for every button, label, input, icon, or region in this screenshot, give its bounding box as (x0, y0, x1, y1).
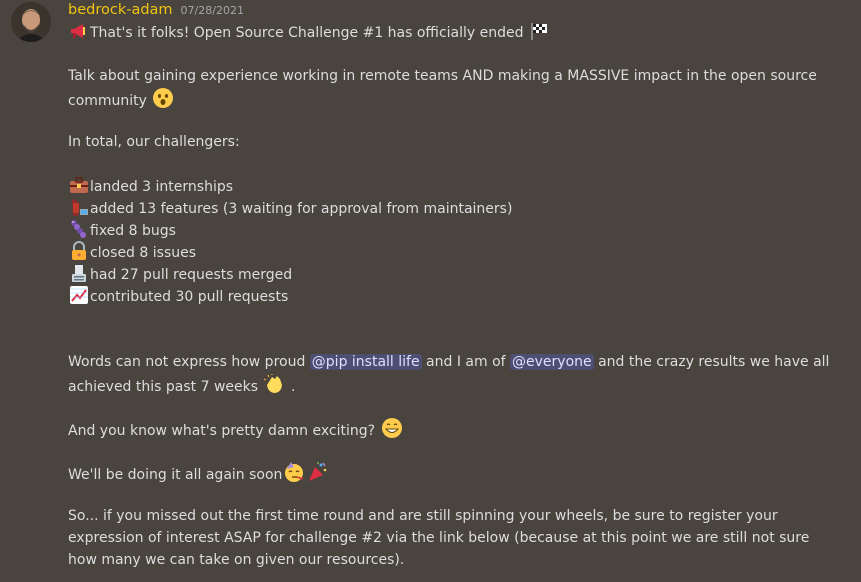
para6-text: We'll be doing it all again soon (68, 467, 283, 483)
megaphone-icon (69, 21, 89, 48)
checkered-flag-icon (529, 21, 549, 48)
grinning-face-icon (381, 417, 403, 446)
stat-text: had 27 pull requests merged (90, 267, 293, 283)
timestamp: 07/28/2021 (180, 4, 244, 17)
message-paragraph-6: We'll be doing it all again soon (68, 461, 330, 490)
avatar[interactable] (11, 2, 51, 42)
message-paragraph-2: Talk about gaining experience working in… (68, 65, 828, 116)
para4-text-3: and the crazy results we have all (598, 354, 830, 370)
message-paragraph-5: And you know what's pretty damn exciting… (68, 417, 404, 446)
para2-text: Talk about gaining experience working in… (68, 68, 817, 109)
message-paragraph-4-line-2: achieved this past 7 weeks . (68, 373, 295, 402)
message-header: bedrock-adam 07/28/2021 (68, 2, 244, 22)
stat-text: added 13 features (3 waiting for approva… (90, 201, 513, 217)
stat-text: landed 3 internships (90, 179, 234, 195)
para4-text-2: and I am of (426, 354, 506, 370)
everyone-mention[interactable]: @everyone (510, 354, 594, 370)
chat-message: bedrock-adam 07/28/2021 That's it folks!… (0, 0, 861, 582)
para5-text: And you know what's pretty damn exciting… (68, 423, 376, 439)
para4-end: . (290, 379, 296, 395)
stat-text: closed 8 issues (90, 245, 197, 261)
chart-increasing-icon (69, 285, 89, 312)
line1-text: That's it folks! Open Source Challenge #… (90, 25, 524, 41)
avatar-image (11, 2, 51, 42)
astonished-face-icon (152, 87, 174, 116)
party-popper-icon (307, 461, 329, 490)
message-line-1: That's it folks! Open Source Challenge #… (68, 21, 550, 48)
stat-item: contributed 30 pull requests (68, 285, 288, 312)
para7-text: So... if you missed out the first time r… (68, 508, 810, 568)
user-mention[interactable]: @pip install life (309, 354, 422, 370)
stat-text: contributed 30 pull requests (90, 289, 289, 305)
partying-face-icon (283, 461, 305, 490)
para4-line2: achieved this past 7 weeks (68, 379, 259, 395)
message-paragraph-7: So... if you missed out the first time r… (68, 505, 828, 571)
para4-text-1: Words can not express how proud (68, 354, 306, 370)
clapping-hands-icon (263, 373, 285, 402)
message-paragraph-4: Words can not express how proud @pip ins… (68, 351, 829, 373)
username[interactable]: bedrock-adam (68, 2, 173, 18)
message-paragraph-3: In total, our challengers: (68, 131, 240, 153)
para3-text: In total, our challengers: (68, 134, 240, 150)
stat-text: fixed 8 bugs (90, 223, 176, 239)
